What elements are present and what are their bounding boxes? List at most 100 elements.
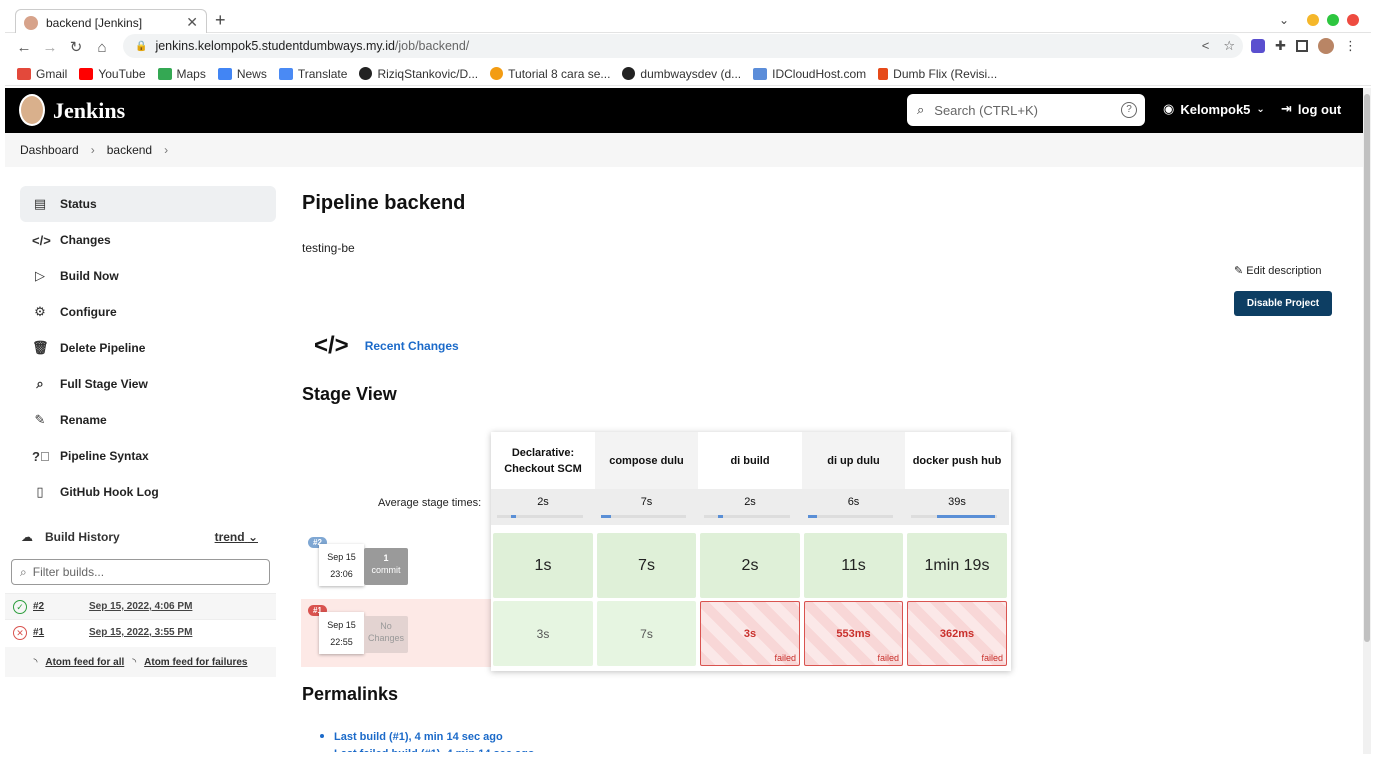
breadcrumb-separator-icon[interactable]: › <box>164 143 168 157</box>
close-tab-icon[interactable]: ✕ <box>186 14 198 31</box>
bookmark-tutorial[interactable]: Tutorial 8 cara se... <box>490 67 610 81</box>
build-number[interactable]: #2 <box>33 601 89 612</box>
sidebar-item-label: Configure <box>60 305 117 319</box>
stage-average-time: 7s <box>640 496 653 508</box>
breadcrumb-dashboard[interactable]: Dashboard <box>20 143 79 157</box>
bookmark-star-icon[interactable]: ☆ <box>1223 38 1235 54</box>
close-window-button[interactable] <box>1347 14 1359 26</box>
success-check-icon: ✓ <box>13 599 27 614</box>
help-icon[interactable]: ? <box>1121 102 1137 118</box>
bookmark-news[interactable]: News <box>217 67 267 81</box>
bookmark-github-1[interactable]: RiziqStankovic/D... <box>359 67 478 81</box>
browser-tab[interactable]: backend [Jenkins] ✕ <box>15 9 207 35</box>
sidebar-item-configure[interactable]: ⚙ Configure <box>20 294 276 330</box>
stage-average-time: 2s <box>537 496 549 508</box>
sidebar-item-rename[interactable]: ✎ Rename <box>20 402 276 438</box>
sidebar-item-changes[interactable]: </> Changes <box>20 222 276 258</box>
recent-changes[interactable]: </> Recent Changes <box>314 332 459 360</box>
bookmark-translate[interactable]: Translate <box>278 67 347 81</box>
sidebar-item-delete-pipeline[interactable]: 🗑 Delete Pipeline <box>20 330 276 366</box>
permalinks-title: Permalinks <box>302 684 399 704</box>
breadcrumb-backend[interactable]: backend <box>107 143 152 157</box>
stage-duration: 7s <box>638 556 655 574</box>
menu-kebab-icon[interactable]: ⋮ <box>1344 38 1357 54</box>
build-number[interactable]: #1 <box>33 627 89 638</box>
tab-search-chevron-icon[interactable]: ⌄ <box>1279 13 1289 27</box>
build-run-row-1[interactable]: #1 Sep 15 22:55 No Changes <box>301 599 491 667</box>
stage-average-bar-fill <box>510 515 516 518</box>
stage-cell[interactable]: 362ms failed <box>907 601 1007 666</box>
sidebar-item-full-stage-view[interactable]: ⌕ Full Stage View <box>20 366 276 402</box>
sidebar-item-pipeline-syntax[interactable]: ?⃝ Pipeline Syntax <box>20 438 276 474</box>
stage-cell[interactable]: 553ms failed <box>804 601 903 666</box>
bookmark-github-2[interactable]: dumbwaysdev (d... <box>622 67 741 81</box>
sidepanel-icon[interactable] <box>1296 40 1308 52</box>
permalink-last-failed-build[interactable]: Last failed build (#1), 4 min 14 sec ago <box>334 748 535 752</box>
reload-icon[interactable]: ↻ <box>63 38 89 56</box>
share-icon[interactable]: < <box>1202 38 1210 54</box>
stage-cell[interactable]: 3s failed <box>700 601 800 666</box>
commit-box[interactable]: 1 commit <box>364 548 408 585</box>
stage-cell[interactable]: 1s <box>493 533 593 598</box>
home-icon[interactable]: ⌂ <box>89 39 115 56</box>
new-tab-icon[interactable]: + <box>215 10 226 31</box>
atom-feed-failures-link[interactable]: Atom feed for failures <box>144 657 247 668</box>
stage-cell[interactable]: 7s <box>597 601 696 666</box>
scrollbar-thumb[interactable] <box>1364 94 1370 642</box>
run-date: Sep 15 <box>327 620 356 630</box>
stage-average-bar-fill <box>601 515 612 518</box>
stage-cell[interactable]: 3s <box>493 601 593 666</box>
stage-header: compose dulu <box>595 432 698 489</box>
bookmark-maps[interactable]: Maps <box>157 67 206 81</box>
chevron-down-icon: ⌄ <box>247 530 258 544</box>
filter-builds-input[interactable]: ⌕ Filter builds... <box>11 559 270 585</box>
jenkins-logo-icon[interactable] <box>19 94 45 126</box>
stage-cell[interactable]: 1min 19s <box>907 533 1007 598</box>
permalink-last-build[interactable]: Last build (#1), 4 min 14 sec ago <box>334 731 503 743</box>
build-run-row-2[interactable]: #2 Sep 15 23:06 1 commit <box>301 531 491 599</box>
stage-view-grid: Declarative: Checkout SCM 2s compose dulu 7… <box>491 432 1011 671</box>
sidebar-item-status[interactable]: ▤ Status <box>20 186 276 222</box>
jenkins-title[interactable]: Jenkins <box>53 98 125 124</box>
sidebar: ▤ Status </> Changes ▷ Build Now ⚙ Configure… <box>20 186 276 510</box>
bookmark-idcloudhost[interactable]: IDCloudHost.com <box>753 67 866 81</box>
extension-icon[interactable] <box>1251 39 1266 53</box>
failure-x-icon: ✕ <box>13 625 27 640</box>
puzzle-icon[interactable]: ✚ <box>1275 38 1286 54</box>
disable-project-button[interactable]: Disable Project <box>1234 291 1332 316</box>
maximize-button[interactable] <box>1327 14 1339 26</box>
build-row[interactable]: ✕ #1 Sep 15, 2022, 3:55 PM <box>5 619 276 645</box>
failed-label: failed <box>981 653 1003 663</box>
stage-duration: 2s <box>741 556 759 574</box>
sidebar-item-build-now[interactable]: ▷ Build Now <box>20 258 276 294</box>
stage-cell[interactable]: 7s <box>597 533 696 598</box>
search-input[interactable]: ⌕ Search (CTRL+K) ? <box>907 94 1145 126</box>
code-icon: </> <box>314 332 349 359</box>
atom-feed-all-link[interactable]: Atom feed for all <box>45 657 124 668</box>
logout-link[interactable]: ⇥ log out <box>1281 101 1341 117</box>
bookmark-youtube[interactable]: YouTube <box>79 67 146 81</box>
back-icon[interactable]: ← <box>11 39 37 56</box>
user-menu[interactable]: ◉ Kelompok5 ⌄ <box>1163 101 1265 117</box>
stage-average-bar <box>497 515 583 518</box>
bookmark-dumbflix[interactable]: Dumb Flix (Revisi... <box>878 67 997 81</box>
stage-average: 39s <box>905 489 1009 525</box>
bookmark-gmail[interactable]: Gmail <box>17 67 67 81</box>
build-date[interactable]: Sep 15, 2022, 4:06 PM <box>89 601 192 612</box>
forward-icon[interactable]: → <box>37 39 63 56</box>
commit-label: commit <box>371 565 401 575</box>
bookmark-label: Dumb Flix (Revisi... <box>893 66 998 81</box>
build-row[interactable]: ✓ #2 Sep 15, 2022, 4:06 PM <box>5 593 276 619</box>
build-date[interactable]: Sep 15, 2022, 3:55 PM <box>89 627 192 638</box>
run-date-box: Sep 15 22:55 <box>319 612 364 654</box>
stage-cell[interactable]: 2s <box>700 533 800 598</box>
edit-description-link[interactable]: ✎ Edit description <box>1234 264 1322 277</box>
url-bar[interactable]: 🔒 jenkins.kelompok5.studentdumbways.my.i… <box>123 34 1243 58</box>
recent-changes-link[interactable]: Recent Changes <box>365 339 459 353</box>
jenkins-header: Jenkins ⌕ Search (CTRL+K) ? ◉ Kelompok5 … <box>5 88 1363 133</box>
sidebar-item-github-hook-log[interactable]: ▯ GitHub Hook Log <box>20 474 276 510</box>
trend-link[interactable]: trend ⌄ <box>215 530 258 544</box>
stage-cell[interactable]: 11s <box>804 533 903 598</box>
minimize-button[interactable] <box>1307 14 1319 26</box>
profile-avatar[interactable] <box>1318 38 1334 54</box>
